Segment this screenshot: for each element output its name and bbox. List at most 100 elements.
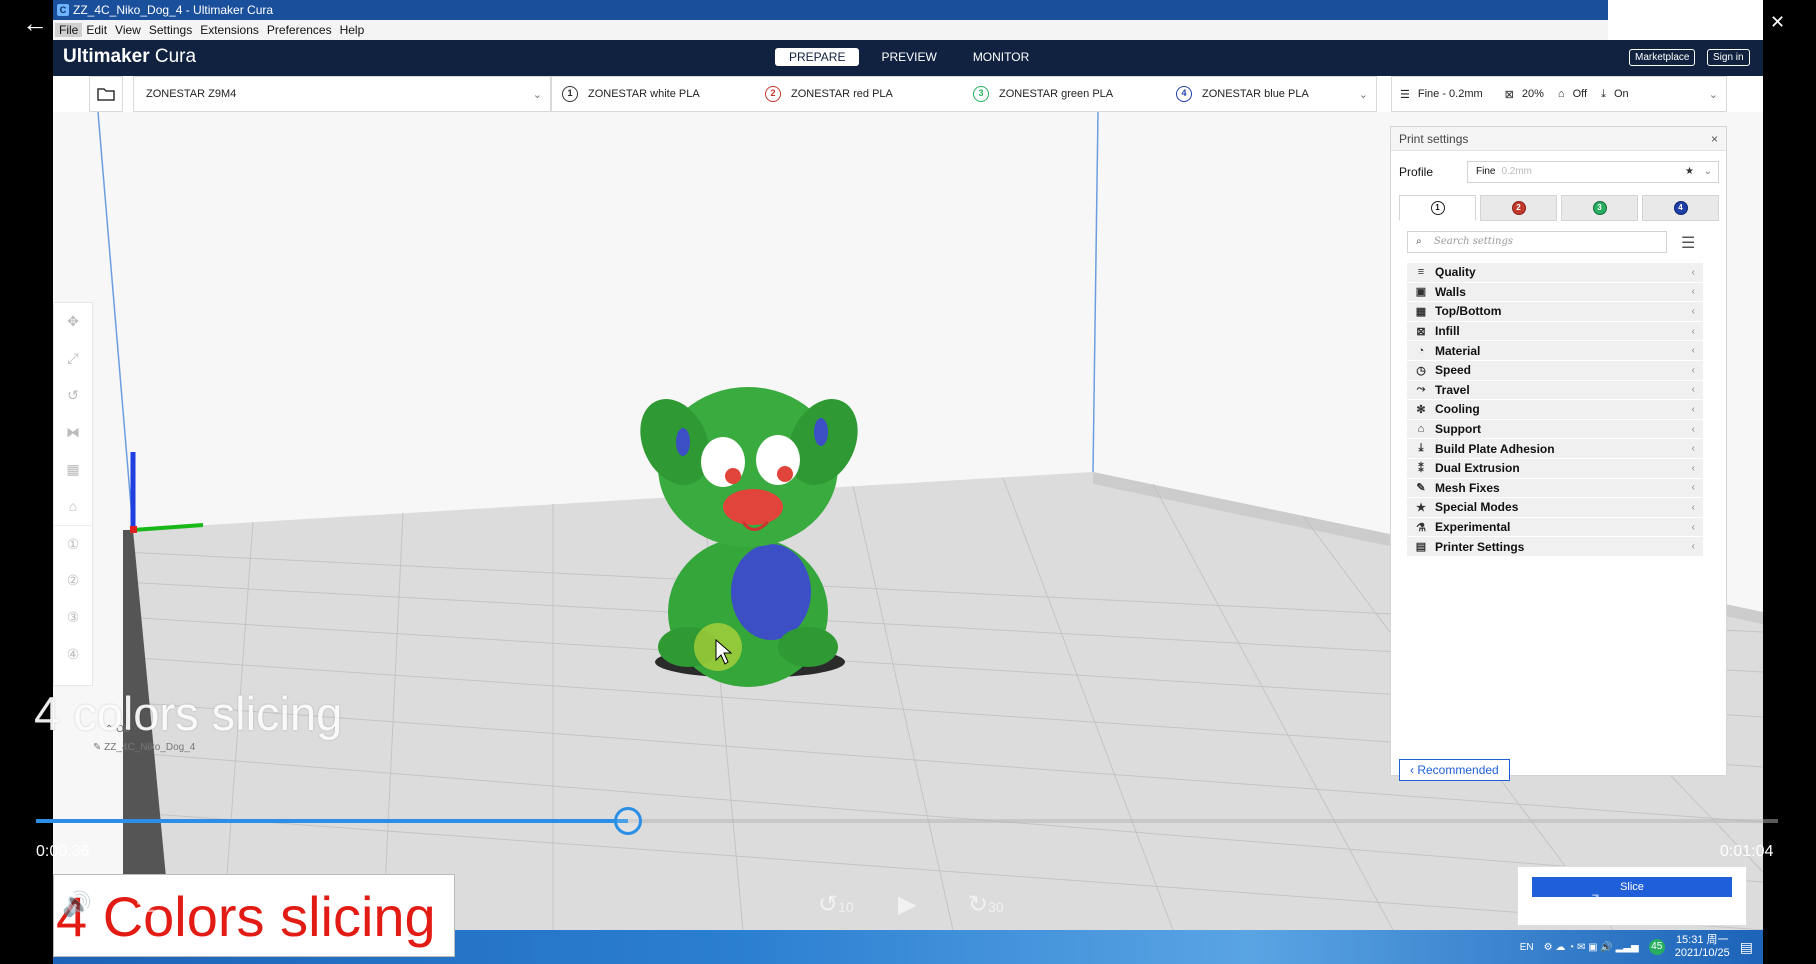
chevron-left-icon: ‹ [1691, 521, 1695, 533]
notification-badge[interactable]: 45 [1648, 939, 1665, 955]
rotate-tool-icon[interactable]: ↺ [54, 377, 92, 414]
playlist-icon[interactable]: ☰ [135, 890, 157, 919]
extruder-4[interactable]: 4 ZONESTAR blue PLA [1176, 86, 1309, 102]
setting-category-dual-extrusion[interactable]: ⁑ Dual Extrusion ‹ [1407, 458, 1703, 479]
setting-category-material[interactable]: ◔ Material ‹ [1407, 341, 1703, 361]
setting-category-support[interactable]: ⌂ Support ‹ [1407, 419, 1703, 440]
object-list-item[interactable]: ✎ ZZ_4C_Niko_Dog_4 [93, 742, 195, 753]
setting-category-special-modes[interactable]: ★ Special Modes ‹ [1407, 498, 1703, 518]
setting-category-speed[interactable]: ◷ Speed ‹ [1407, 360, 1703, 381]
printer-selector[interactable]: ZONESTAR Z9M4 ⌄ [133, 76, 551, 112]
search-settings-input[interactable]: ⌕ Search settings [1407, 231, 1667, 253]
play-icon[interactable]: ▶ [898, 890, 916, 919]
extruder-selector[interactable]: 1 ZONESTAR white PLA 2 ZONESTAR red PLA … [551, 76, 1377, 112]
extruder-4-tool-icon[interactable]: ④ [54, 636, 92, 673]
extruder-2[interactable]: 2 ZONESTAR red PLA [765, 86, 893, 102]
extruder-3-tool-icon[interactable]: ③ [54, 599, 92, 636]
tab-extruder-1[interactable]: 1 [1399, 195, 1476, 221]
settings-visibility-menu-icon[interactable]: ☰ [1681, 233, 1695, 253]
skip-back-icon[interactable]: ↺10 [818, 890, 854, 919]
special-modes-icon: ★ [1416, 501, 1426, 514]
sign-in-button[interactable]: Sign in [1707, 49, 1750, 66]
experimental-icon: ⚗ [1416, 521, 1426, 534]
menu-extensions[interactable]: Extensions [196, 23, 263, 37]
profile-layer-height: 0.2mm [1501, 166, 1533, 177]
chevron-left-icon: ‹ [1691, 266, 1695, 278]
extruder-3-material: ZONESTAR green PLA [999, 88, 1114, 100]
search-icon: ⌕ [1416, 236, 1422, 247]
open-file-button[interactable] [89, 76, 123, 112]
extruder-3[interactable]: 3 ZONESTAR green PLA [973, 86, 1113, 102]
left-toolbar: ✥ ⤢ ↺ ⧓ ▦ ⌂ ① ② ③ ④ [53, 302, 93, 686]
category-label: Experimental [1435, 520, 1511, 535]
category-label: Quality [1435, 265, 1476, 280]
marketplace-button[interactable]: Marketplace [1629, 49, 1696, 66]
tab-preview[interactable]: PREVIEW [867, 48, 950, 66]
volume-icon[interactable]: 🔊 [62, 890, 92, 919]
extruder-1-tool-icon[interactable]: ① [54, 525, 92, 562]
back-arrow-icon[interactable]: ← [22, 8, 48, 39]
quality-icon: ≡ [1417, 266, 1425, 279]
action-center-icon[interactable]: ▤ [1740, 939, 1753, 956]
tray-clock[interactable]: 15:31 周一 2021/10/25 [1675, 934, 1730, 960]
seek-bar[interactable] [36, 807, 1778, 835]
minimize-icon[interactable]: — [1630, 12, 1648, 33]
recommended-button[interactable]: ‹ Recommended [1399, 759, 1510, 781]
print-settings-summary[interactable]: ☰ Fine - 0.2mm ⊠ 20% ⌂ Off ⤓ On ⌄ [1391, 76, 1727, 112]
extruder-2-icon: 2 [765, 86, 781, 102]
setting-category-top-bottom[interactable]: ▦ Top/Bottom ‹ [1407, 302, 1703, 322]
menu-settings[interactable]: Settings [145, 23, 196, 37]
setting-category-quality[interactable]: ≡ Quality ‹ [1407, 263, 1703, 283]
setting-category-build-plate-adhesion[interactable]: ⤓ Build Plate Adhesion ‹ [1407, 439, 1703, 459]
tab-extruder-3[interactable]: 3 [1561, 195, 1638, 221]
total-time: 0:01:04 [1720, 843, 1774, 860]
menu-file[interactable]: File [55, 23, 83, 37]
extruder-1-icon: 1 [562, 86, 578, 102]
menu-view[interactable]: View [111, 23, 145, 37]
chevron-left-icon: ‹ [1691, 305, 1695, 317]
tab-extruder-4[interactable]: 4 [1642, 195, 1719, 221]
extruder-2-tool-icon[interactable]: ② [54, 562, 92, 599]
adhesion-icon: ⤓ [1601, 87, 1606, 100]
setting-category-experimental[interactable]: ⚗ Experimental ‹ [1407, 517, 1703, 538]
move-tool-icon[interactable]: ✥ [54, 303, 92, 340]
setting-category-printer-settings[interactable]: ▤ Printer Settings ‹ [1407, 537, 1703, 557]
tab-extruder-2[interactable]: 2 [1480, 195, 1557, 221]
menu-help[interactable]: Help [336, 23, 369, 37]
extruder-1[interactable]: 1 ZONESTAR white PLA [562, 86, 700, 102]
walls-icon: ▣ [1415, 286, 1427, 299]
cura-header: Ultimaker Cura PREPARE PREVIEW MONITOR M… [53, 40, 1763, 76]
scale-tool-icon[interactable]: ⤢ [54, 340, 92, 377]
slice-button[interactable]: Slice [1532, 877, 1732, 897]
menu-preferences[interactable]: Preferences [263, 23, 336, 37]
per-model-settings-icon[interactable]: ▦ [54, 451, 92, 488]
chevron-left-icon: ‹ [1691, 286, 1695, 298]
setting-category-mesh-fixes[interactable]: ✎ Mesh Fixes ‹ [1407, 478, 1703, 499]
printer-name: ZONESTAR Z9M4 [146, 88, 237, 100]
fullscreen-icon[interactable]: ⤢ [1580, 890, 1599, 918]
mirror-tool-icon[interactable]: ⧓ [54, 414, 92, 451]
travel-icon: ⤳ [1416, 383, 1426, 396]
print-settings-panel: Print settings × Profile Fine 0.2mm ★ ⌄ 1… [1390, 126, 1727, 781]
close-icon[interactable]: ✕ [1770, 12, 1785, 33]
top-bottom-icon: ▦ [1415, 305, 1427, 318]
tab-prepare[interactable]: PREPARE [775, 48, 860, 66]
profile-selector[interactable]: Fine 0.2mm ★ ⌄ [1467, 161, 1719, 183]
input-language[interactable]: EN [1520, 942, 1534, 953]
tray-icons[interactable]: ⚙ ☁ ◔ ✉ ▣ 🔊 ▂▃▅ [1544, 942, 1639, 953]
profile-row: Profile Fine 0.2mm ★ ⌄ [1399, 161, 1719, 183]
skip-forward-icon[interactable]: ↻30 [968, 890, 1004, 919]
maximize-icon[interactable]: ☐ [1700, 12, 1716, 33]
setting-category-infill[interactable]: ⊠ Infill ‹ [1407, 321, 1703, 342]
close-icon[interactable]: × [1711, 127, 1718, 151]
menu-edit[interactable]: Edit [82, 23, 111, 37]
3d-viewport[interactable]: ✥ ⤢ ↺ ⧓ ▦ ⌂ ① ② ③ ④ Print settings × Pro… [53, 112, 1763, 930]
seek-bar-progress [36, 819, 629, 823]
setting-category-cooling[interactable]: ✻ Cooling ‹ [1407, 400, 1703, 420]
support-blocker-icon[interactable]: ⌂ [54, 488, 92, 525]
profile-value: Fine [1476, 166, 1496, 177]
setting-category-walls[interactable]: ▣ Walls ‹ [1407, 282, 1703, 303]
tab-monitor[interactable]: MONITOR [959, 48, 1043, 66]
setting-category-travel[interactable]: ⤳ Travel ‹ [1407, 380, 1703, 401]
category-label: Printer Settings [1435, 539, 1525, 554]
